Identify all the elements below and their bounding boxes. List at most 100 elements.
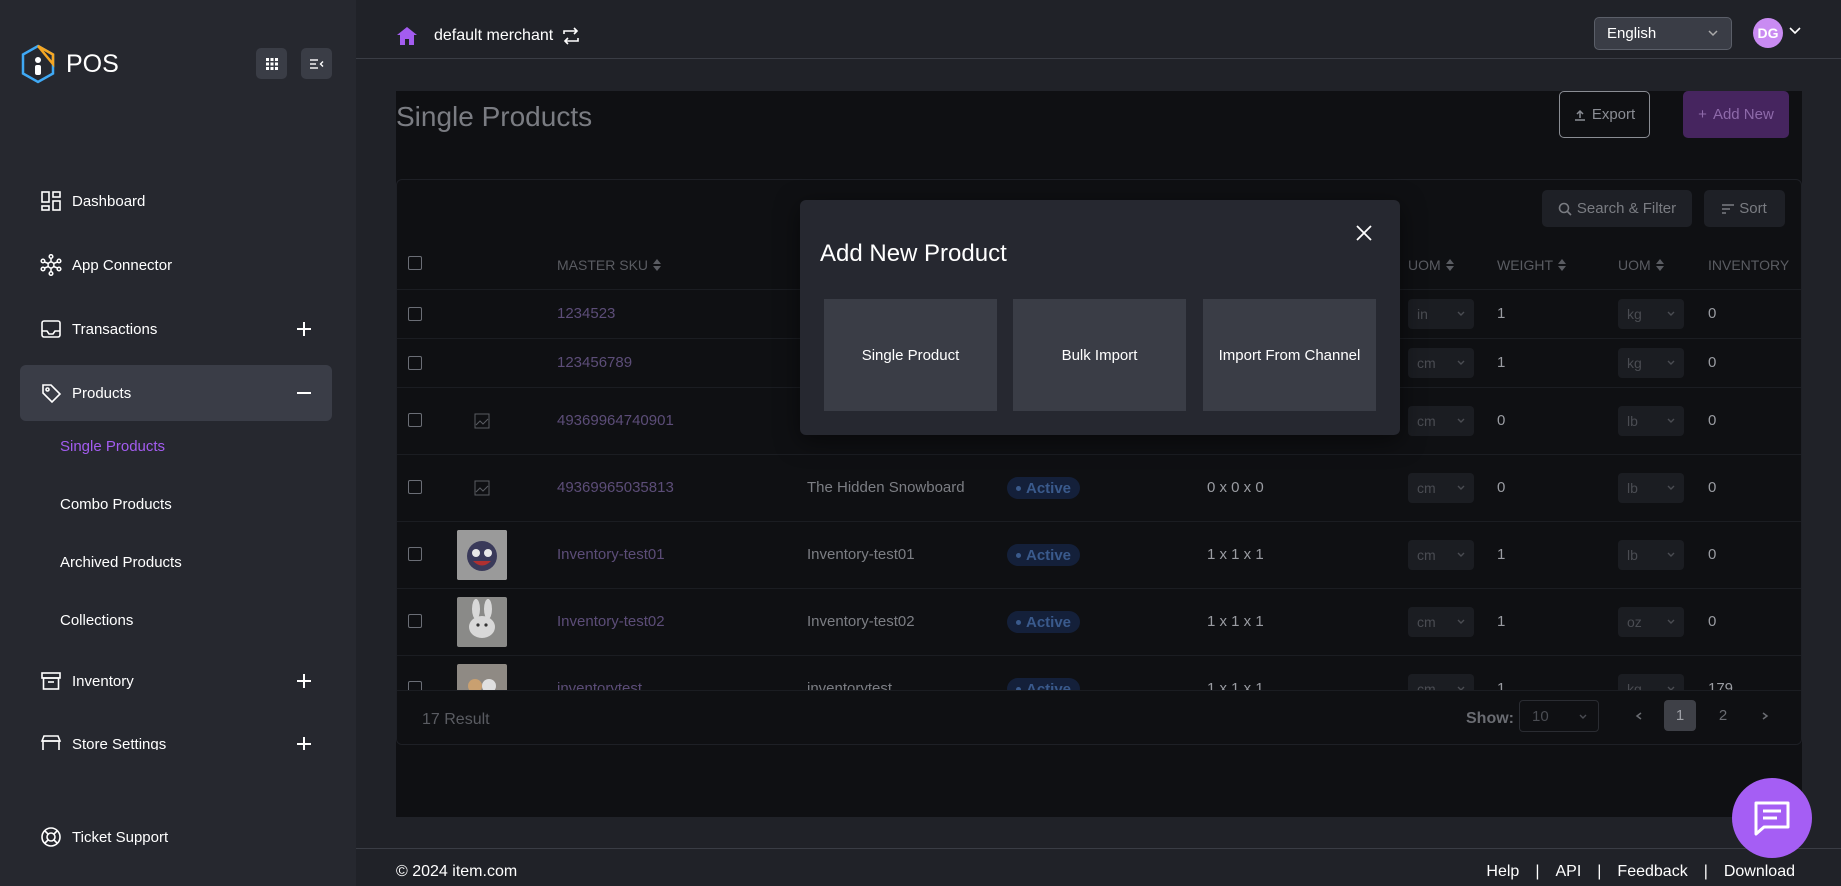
chat-support-button[interactable] bbox=[1732, 778, 1812, 858]
sidebar-item-ticket-support[interactable]: Ticket Support bbox=[20, 809, 332, 865]
header-uom[interactable]: UOM bbox=[1408, 257, 1454, 273]
footer-link-help[interactable]: Help bbox=[1486, 863, 1519, 881]
weight-uom-select[interactable]: lb bbox=[1618, 406, 1684, 436]
row-checkbox[interactable] bbox=[408, 547, 422, 561]
show-label: Show: bbox=[1466, 710, 1514, 727]
export-button[interactable]: Export bbox=[1559, 91, 1650, 138]
bulk-import-option[interactable]: Bulk Import bbox=[1013, 299, 1186, 411]
header-weight[interactable]: WEIGHT bbox=[1497, 257, 1566, 273]
next-page-button[interactable] bbox=[1749, 700, 1781, 731]
cell-weight: 1 bbox=[1497, 613, 1506, 630]
uom-select[interactable]: in bbox=[1408, 299, 1474, 329]
page-size-select[interactable]: 10 bbox=[1519, 700, 1599, 732]
page-title: Single Products bbox=[396, 101, 593, 132]
sort-button[interactable]: Sort bbox=[1704, 190, 1785, 227]
collapse-sidebar-button[interactable] bbox=[301, 48, 332, 79]
cell-sku[interactable]: 123456789 bbox=[557, 354, 632, 371]
table-row[interactable]: Inventory-test02 Inventory-test02 Active… bbox=[397, 589, 1801, 656]
sidebar-subitem-single-products[interactable]: Single Products bbox=[60, 438, 165, 455]
search-filter-button[interactable]: Search & Filter bbox=[1542, 190, 1692, 227]
row-checkbox[interactable] bbox=[408, 413, 422, 427]
sort-arrows-icon bbox=[1655, 259, 1664, 271]
page-1-button[interactable]: 1 bbox=[1664, 700, 1696, 731]
row-checkbox[interactable] bbox=[408, 356, 422, 370]
broken-image-icon bbox=[474, 480, 490, 496]
header-inventory[interactable]: INVENTORY bbox=[1708, 257, 1789, 273]
footer-links: Help | API | Feedback | Download bbox=[1486, 863, 1795, 881]
cell-sku[interactable]: 1234523 bbox=[557, 305, 615, 322]
sidebar-item-store-settings[interactable]: Store Settings bbox=[20, 725, 332, 750]
sidebar-item-label: Store Settings bbox=[72, 735, 167, 751]
sidebar-subitem-collections[interactable]: Collections bbox=[60, 612, 133, 629]
language-select[interactable]: English bbox=[1594, 17, 1732, 50]
sidebar-item-transactions[interactable]: Transactions bbox=[20, 301, 332, 357]
cell-sku[interactable]: Inventory-test01 bbox=[557, 546, 665, 563]
footer-link-api[interactable]: API bbox=[1555, 863, 1581, 881]
footer-link-feedback[interactable]: Feedback bbox=[1617, 863, 1687, 881]
cell-inventory: 0 bbox=[1708, 479, 1717, 496]
add-new-button[interactable]: + Add New bbox=[1683, 91, 1789, 138]
import-from-channel-option[interactable]: Import From Channel bbox=[1203, 299, 1376, 411]
cell-sku[interactable]: 49369964740901 bbox=[557, 412, 674, 429]
single-product-option[interactable]: Single Product bbox=[824, 299, 997, 411]
sidebar-item-products[interactable]: Products bbox=[20, 365, 332, 421]
switch-arrows-icon[interactable] bbox=[561, 26, 581, 46]
sidebar-subitem-archived-products[interactable]: Archived Products bbox=[60, 554, 182, 571]
weight-uom-value: lb bbox=[1627, 547, 1638, 563]
sidebar-item-inventory[interactable]: Inventory bbox=[20, 653, 332, 709]
cell-sku[interactable]: Inventory-test02 bbox=[557, 613, 665, 630]
home-icon bbox=[397, 27, 417, 45]
modal-title: Add New Product bbox=[820, 240, 1007, 267]
sort-lines-icon bbox=[1722, 203, 1735, 214]
chevron-down-icon bbox=[1457, 552, 1465, 557]
collapse-minus-icon[interactable] bbox=[296, 385, 312, 401]
footer-link-download[interactable]: Download bbox=[1724, 863, 1795, 881]
uom-select[interactable]: cm bbox=[1408, 540, 1474, 570]
close-icon[interactable] bbox=[1355, 224, 1373, 242]
sidebar-subitem-combo-products[interactable]: Combo Products bbox=[60, 496, 172, 513]
status-label: Active bbox=[1026, 479, 1072, 497]
header-weight-uom[interactable]: UOM bbox=[1618, 257, 1664, 273]
cell-weight: 1 bbox=[1497, 354, 1506, 371]
add-new-label: Add New bbox=[1712, 106, 1774, 123]
uom-select[interactable]: cm bbox=[1408, 348, 1474, 378]
table-row[interactable]: Inventory-test01 Inventory-test01 Active… bbox=[397, 522, 1801, 589]
uom-value: cm bbox=[1417, 413, 1436, 429]
chevron-down-icon bbox=[1667, 485, 1675, 490]
sidebar-item-dashboard[interactable]: Dashboard bbox=[20, 173, 332, 229]
cell-weight: 1 bbox=[1497, 305, 1506, 322]
merchant-switcher[interactable]: default merchant bbox=[396, 25, 581, 47]
user-avatar[interactable]: DG bbox=[1753, 18, 1783, 48]
page-2-button[interactable]: 2 bbox=[1707, 700, 1739, 731]
header-master-sku[interactable]: MASTER SKU bbox=[557, 257, 662, 273]
table-row[interactable]: 49369965035813 The Hidden Snowboard Acti… bbox=[397, 455, 1801, 522]
uom-select[interactable]: cm bbox=[1408, 406, 1474, 436]
sort-label: Sort bbox=[1739, 200, 1767, 217]
weight-uom-value: kg bbox=[1627, 355, 1642, 371]
weight-uom-select[interactable]: lb bbox=[1618, 473, 1684, 503]
weight-uom-select[interactable]: kg bbox=[1618, 348, 1684, 378]
brand[interactable]: POS bbox=[20, 44, 119, 84]
row-checkbox[interactable] bbox=[408, 480, 422, 494]
sidebar-item-label: App Connector bbox=[72, 256, 173, 274]
lifebuoy-icon bbox=[41, 827, 61, 847]
apps-grid-button[interactable] bbox=[256, 48, 287, 79]
prev-page-button[interactable] bbox=[1623, 700, 1655, 731]
select-all-checkbox[interactable] bbox=[408, 256, 422, 270]
uom-select[interactable]: cm bbox=[1408, 607, 1474, 637]
sidebar-item-app-connector[interactable]: App Connector bbox=[20, 237, 332, 293]
weight-uom-select[interactable]: lb bbox=[1618, 540, 1684, 570]
expand-plus-icon[interactable] bbox=[296, 321, 312, 337]
row-checkbox[interactable] bbox=[408, 307, 422, 321]
uom-select[interactable]: cm bbox=[1408, 473, 1474, 503]
cell-sku[interactable]: 49369965035813 bbox=[557, 479, 674, 496]
expand-plus-icon[interactable] bbox=[296, 736, 312, 750]
sort-arrows-icon bbox=[1558, 259, 1566, 271]
chevron-down-icon[interactable] bbox=[1788, 26, 1802, 36]
topbar: default merchant English DG bbox=[356, 0, 1841, 59]
expand-plus-icon[interactable] bbox=[296, 673, 312, 689]
weight-uom-select[interactable]: oz bbox=[1618, 607, 1684, 637]
row-checkbox[interactable] bbox=[408, 614, 422, 628]
uom-value: in bbox=[1417, 306, 1428, 322]
weight-uom-select[interactable]: kg bbox=[1618, 299, 1684, 329]
